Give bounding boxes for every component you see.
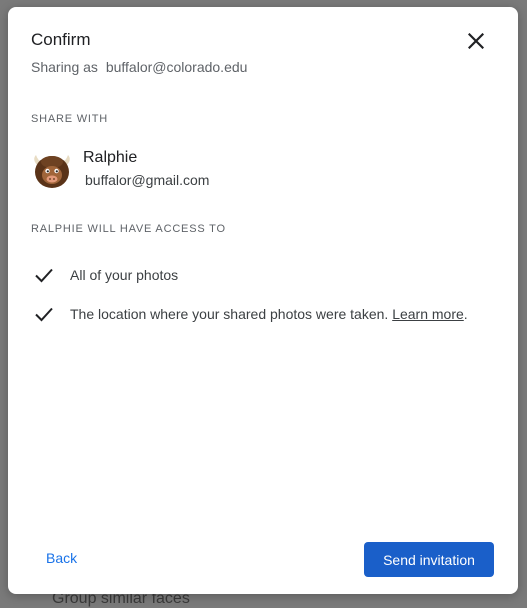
contact-name: Ralphie — [83, 149, 138, 166]
contact-email: buffalor@gmail.com — [85, 172, 210, 188]
access-item-text: All of your photos — [70, 267, 179, 283]
access-heading: RALPHIE WILL HAVE ACCESS TO — [31, 223, 226, 235]
send-invitation-button[interactable]: Send invitation — [364, 542, 494, 577]
check-icon — [35, 268, 53, 283]
sharing-as-email: buffalor@colorado.edu — [105, 59, 248, 75]
sharing-as-label: Sharing as — [31, 59, 98, 75]
buffalo-avatar-icon — [34, 155, 70, 188]
dialog-title: Confirm — [31, 30, 91, 49]
share-with-heading: SHARE WITH — [31, 113, 109, 125]
learn-more-link[interactable]: Learn more — [392, 306, 464, 322]
close-button[interactable] — [462, 27, 490, 55]
access-item-photos: All of your photos — [32, 263, 178, 287]
location-access-suffix: . — [463, 306, 468, 322]
contact-avatar — [31, 149, 73, 191]
sharing-as-line: Sharing as buffalor@colorado.edu — [31, 59, 247, 75]
close-icon — [468, 33, 484, 49]
location-access-text: The location where your shared photos we… — [70, 306, 389, 322]
access-item-text: The location where your shared photos we… — [70, 306, 468, 322]
access-item-location: The location where your shared photos we… — [32, 302, 468, 326]
back-button[interactable]: Back — [32, 544, 91, 572]
confirm-dialog: Confirm Sharing as buffalor@colorado.edu… — [8, 7, 518, 594]
check-icon — [35, 307, 53, 322]
